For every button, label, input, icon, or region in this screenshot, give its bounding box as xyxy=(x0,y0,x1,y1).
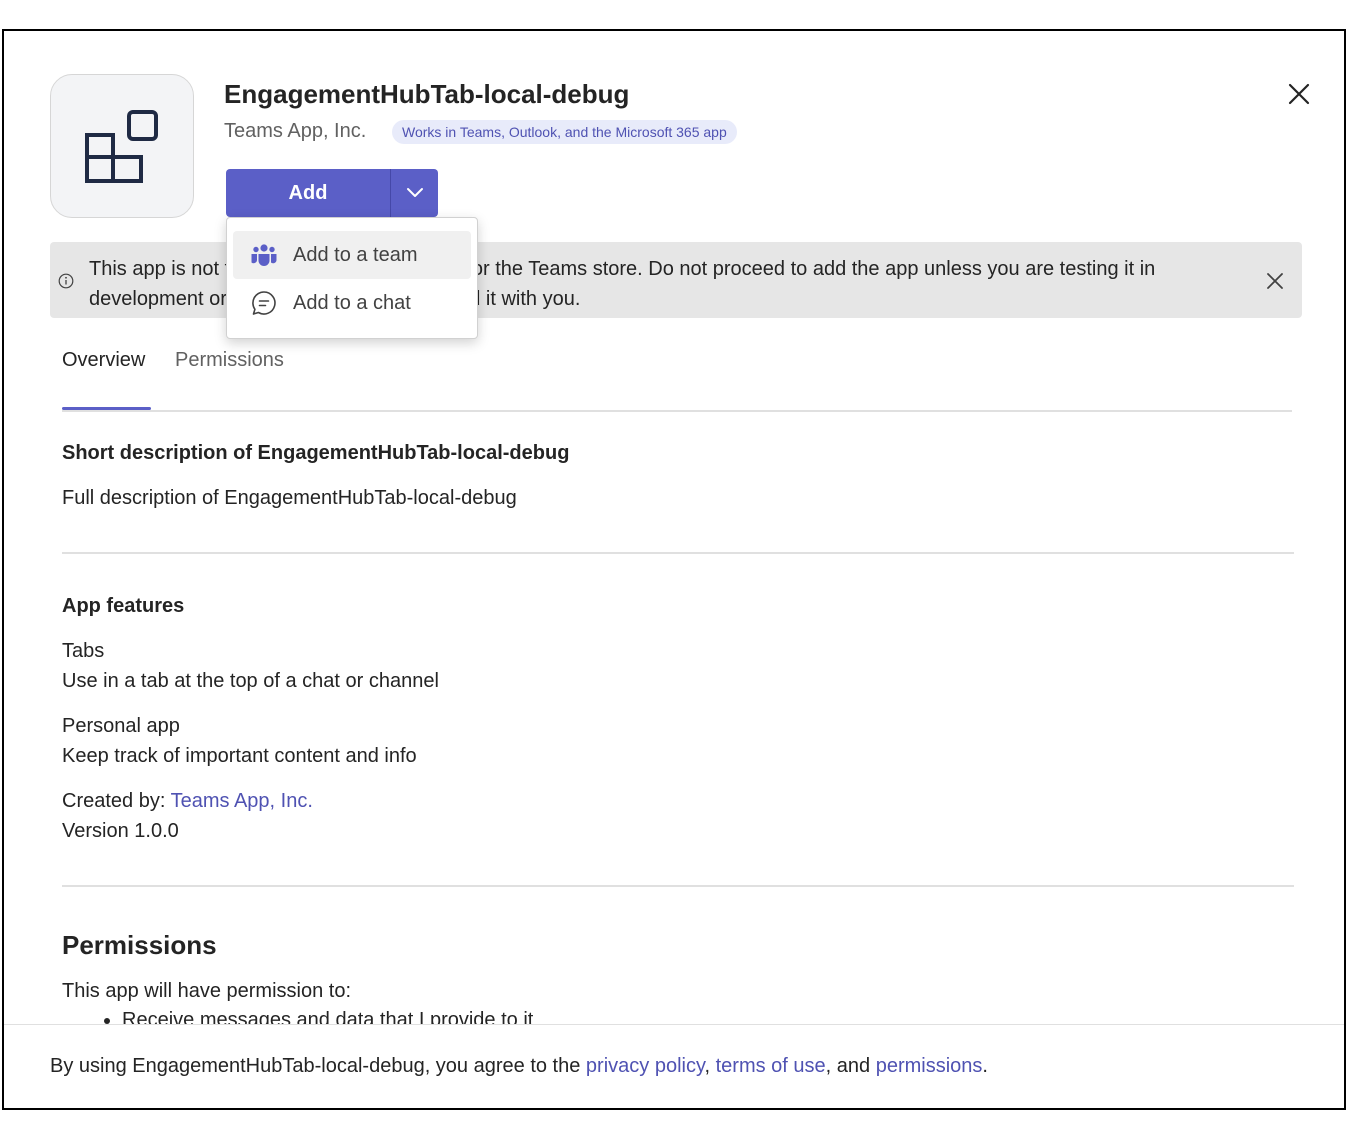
info-icon xyxy=(58,273,74,289)
permissions-link[interactable]: permissions xyxy=(876,1055,983,1077)
footer-consent: By using EngagementHubTab-local-debug, y… xyxy=(4,1024,1344,1108)
created-by-label: Created by: xyxy=(62,790,166,812)
permissions-heading: Permissions xyxy=(62,930,217,960)
menu-item-label: Add to a chat xyxy=(293,291,411,314)
app-icon xyxy=(50,74,194,218)
feature-name-personal-app: Personal app xyxy=(62,715,180,737)
section-divider xyxy=(62,552,1294,554)
tab-overview[interactable]: Overview xyxy=(62,349,145,372)
publisher-link[interactable]: Teams App, Inc. xyxy=(171,790,313,812)
created-by: Created by: Teams App, Inc. xyxy=(62,790,313,813)
privacy-policy-link[interactable]: privacy policy xyxy=(586,1055,705,1077)
menu-item-label: Add to a team xyxy=(293,243,418,266)
chat-icon xyxy=(251,290,277,316)
short-description: Short description of EngagementHubTab-lo… xyxy=(62,442,570,464)
feature-description-personal-app: Keep track of important content and info xyxy=(62,745,417,767)
close-dialog-button[interactable] xyxy=(1282,77,1316,111)
add-split-button: Add xyxy=(226,169,438,217)
tabs-divider xyxy=(62,410,1292,412)
app-title: EngagementHubTab-local-debug xyxy=(224,79,630,109)
tab-permissions[interactable]: Permissions xyxy=(175,349,284,372)
add-options-dropdown[interactable] xyxy=(391,169,438,217)
permissions-intro: This app will have permission to: xyxy=(62,980,352,1002)
feature-description-tabs: Use in a tab at the top of a chat or cha… xyxy=(62,670,439,692)
dismiss-banner-button[interactable] xyxy=(1262,268,1288,294)
consent-period: . xyxy=(982,1055,988,1077)
section-divider xyxy=(62,885,1294,887)
full-description: Full description of EngagementHubTab-loc… xyxy=(62,487,517,509)
consent-and: , and xyxy=(825,1055,876,1077)
add-button[interactable]: Add xyxy=(226,169,390,217)
version-text: Version 1.0.0 xyxy=(62,820,179,842)
tab-list: Overview Permissions xyxy=(62,349,1292,411)
add-options-menu: Add to a team Add to a chat xyxy=(226,217,478,339)
consent-prefix: By using EngagementHubTab-local-debug, y… xyxy=(50,1055,586,1077)
chevron-down-icon xyxy=(406,188,423,197)
compatibility-badge: Works in Teams, Outlook, and the Microso… xyxy=(392,120,737,144)
consent-text: By using EngagementHubTab-local-debug, y… xyxy=(50,1055,988,1078)
team-icon xyxy=(251,242,277,268)
app-details-dialog: EngagementHubTab-local-debug Teams App, … xyxy=(2,29,1346,1110)
menu-item-add-to-team[interactable]: Add to a team xyxy=(233,231,471,279)
menu-item-add-to-chat[interactable]: Add to a chat xyxy=(233,279,471,327)
terms-of-use-link[interactable]: terms of use xyxy=(716,1055,826,1077)
features-heading: App features xyxy=(62,595,185,617)
close-icon xyxy=(1267,273,1283,289)
close-icon xyxy=(1288,83,1310,105)
publisher-name: Teams App, Inc. xyxy=(224,120,367,142)
consent-comma: , xyxy=(704,1055,716,1077)
feature-name-tabs: Tabs xyxy=(62,640,105,662)
app-grid-icon xyxy=(85,110,158,183)
